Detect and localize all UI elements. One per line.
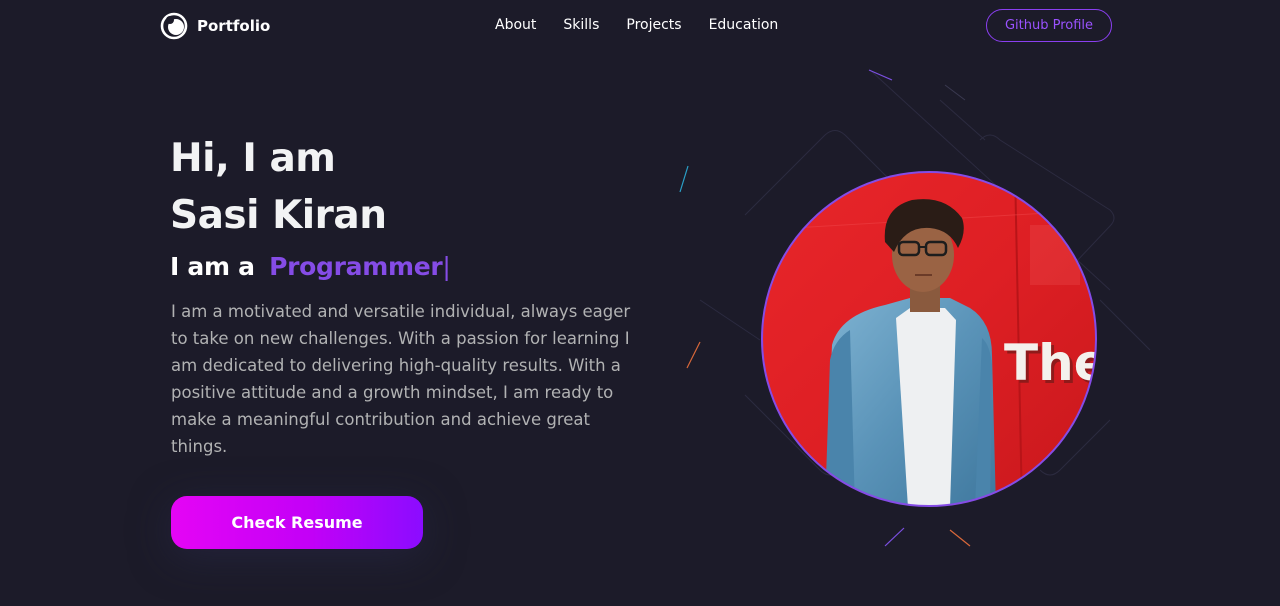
page-scrollbar[interactable] [1270,0,1280,606]
logo-text: Portfolio [197,17,271,35]
nav-link-projects[interactable]: Projects [626,17,681,33]
hero-name: Sasi Kiran [170,193,387,238]
logo[interactable]: Portfolio [160,12,270,40]
github-profile-button[interactable]: Github Profile [986,9,1112,42]
nav-link-about[interactable]: About [495,17,536,33]
navbar: Portfolio About Skills Projects Educatio… [0,0,1280,54]
hero-greeting-line: Hi, I am [170,136,336,181]
nav-link-skills[interactable]: Skills [563,17,599,33]
nav-links: About Skills Projects Education [495,17,805,33]
role-prefix: I am a [170,252,255,281]
hero-description: I am a motivated and versatile individua… [171,302,631,456]
hero-title: Hi, I am Sasi Kiran [170,130,387,244]
typewriter-cursor: | [442,252,451,281]
role-typewriter-text: Programmer [269,252,443,281]
check-resume-button[interactable]: Check Resume [171,496,423,549]
nav-link-education[interactable]: Education [709,17,779,33]
svg-text:The: The [1004,334,1098,392]
portfolio-logo-icon [160,12,188,40]
profile-photo: The The [761,171,1098,507]
hero-role: I am a Programmer| [170,252,451,281]
portfolio-page: Portfolio About Skills Projects Educatio… [0,0,1280,606]
